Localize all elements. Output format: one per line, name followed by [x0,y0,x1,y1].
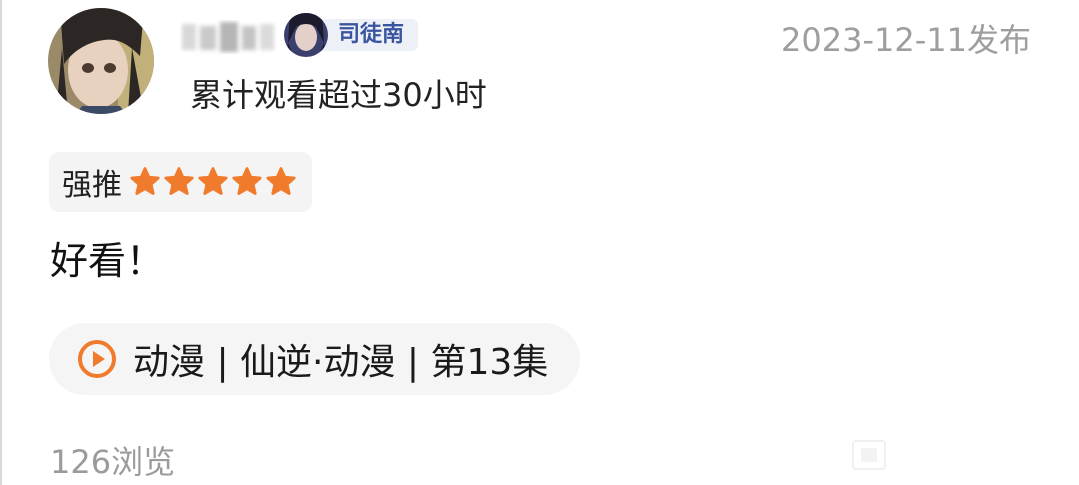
rating-tag: 强推 [49,152,312,212]
badge-label: 司徒南 [318,19,419,51]
share-icon[interactable] [850,438,888,472]
star-icon [164,167,194,195]
left-divider [0,0,2,485]
rating-stars [128,165,298,199]
watch-time-label: 累计观看超过30小时 [190,76,487,114]
user-avatar[interactable] [48,8,154,114]
star-icon [232,167,262,195]
star-icon [130,167,160,195]
play-circle-icon [78,340,116,378]
comment-text: 好看！ [50,239,165,283]
username-blurred[interactable] [180,20,278,54]
rating-label: 强推 [62,168,122,203]
user-badge[interactable]: 司徒南 [284,13,419,57]
show-link-button[interactable]: 动漫 | 仙逆·动漫 | 第13集 [49,323,581,395]
view-count: 126浏览 [50,443,176,481]
show-link-label: 动漫 | 仙逆·动漫 | 第13集 [133,342,549,383]
badge-character-icon [284,13,328,57]
post-timestamp: 2023-12-11发布 [781,21,1031,59]
star-icon [266,167,296,195]
star-icon [198,167,228,195]
